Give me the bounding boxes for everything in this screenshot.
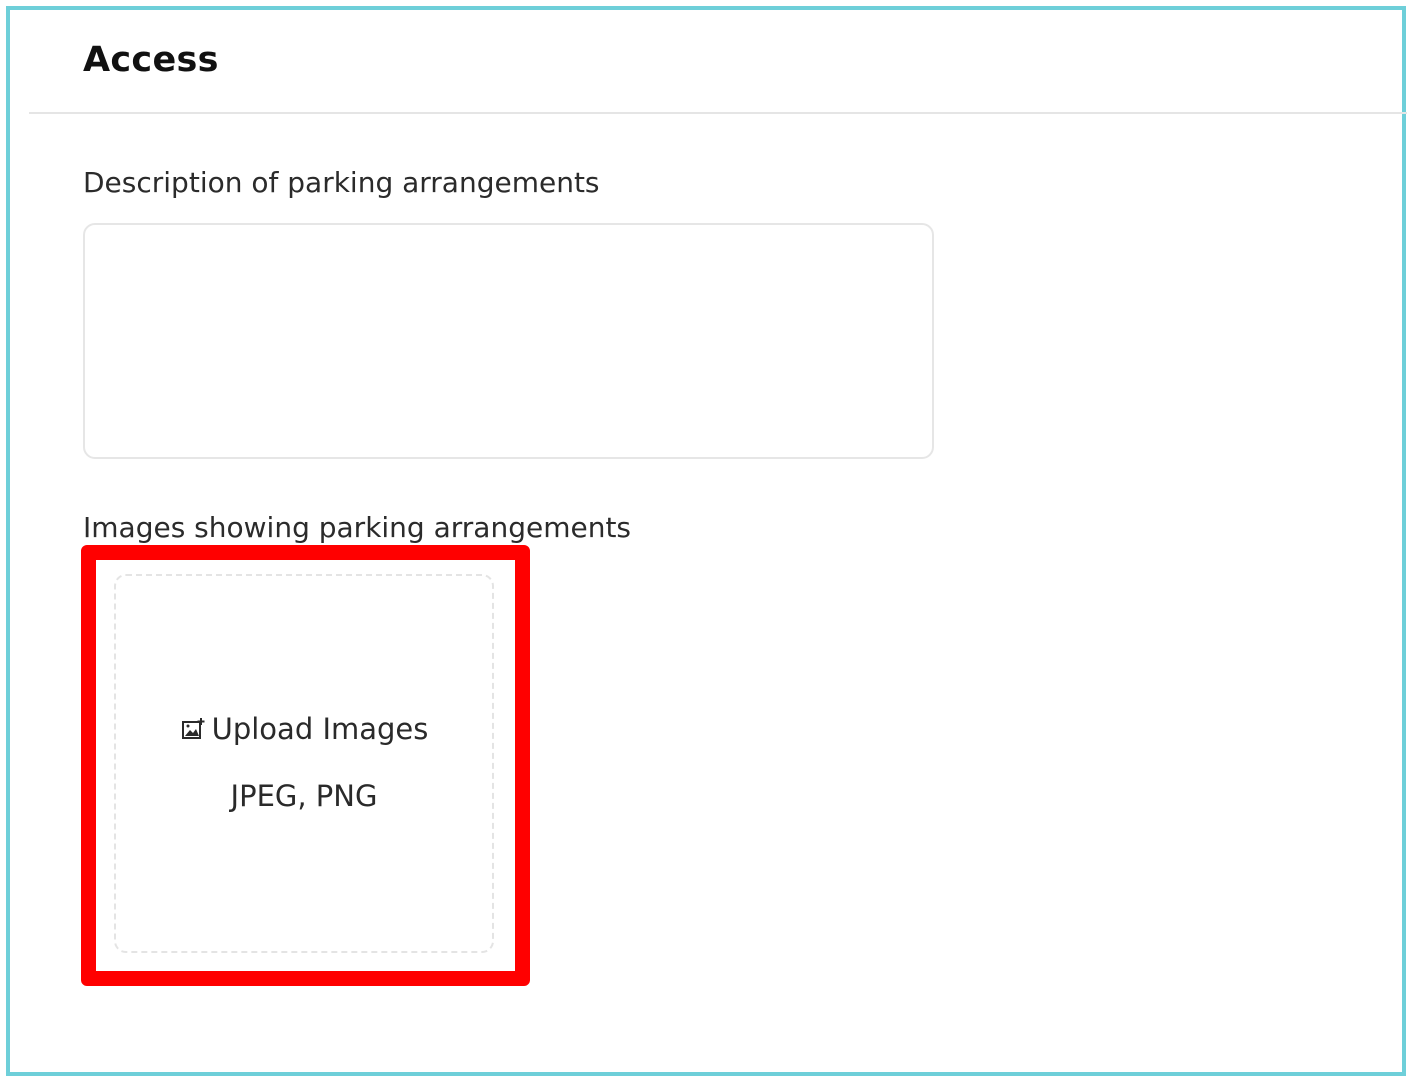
image-add-icon — [180, 716, 206, 742]
section-divider — [29, 112, 1407, 114]
accepted-formats-text: JPEG, PNG — [230, 779, 378, 813]
upload-images-label: Upload Images — [211, 712, 429, 746]
images-label: Images showing parking arrangements — [83, 511, 632, 544]
image-upload-dropzone[interactable]: Upload Images JPEG, PNG — [114, 574, 494, 953]
section-title: Access — [83, 40, 219, 80]
description-label: Description of parking arrangements — [83, 166, 600, 199]
parking-description-textarea[interactable] — [83, 223, 934, 459]
upload-button[interactable]: Upload Images — [116, 712, 492, 746]
